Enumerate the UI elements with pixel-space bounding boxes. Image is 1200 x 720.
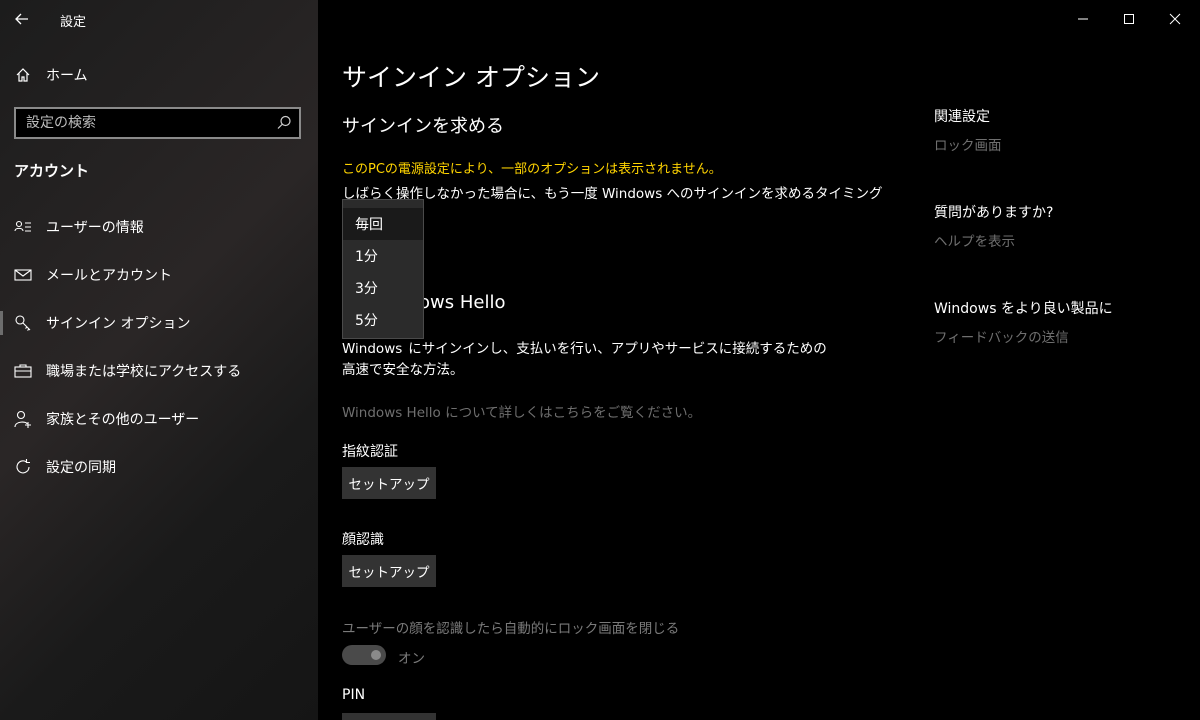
sidebar-item-label: 設定の同期: [46, 460, 116, 476]
sidebar-item-label: 職場または学校にアクセスする: [46, 364, 242, 380]
page-title: サインイン オプション: [342, 63, 600, 92]
sidebar-item-label: サインイン オプション: [46, 316, 191, 332]
search-box[interactable]: [14, 107, 301, 139]
sidebar-item-home[interactable]: ホーム: [0, 53, 318, 97]
windows-hello-heading: lows Hello: [414, 292, 506, 313]
sidebar-item-sign-in-options[interactable]: サインイン オプション: [0, 301, 318, 345]
dropdown-option[interactable]: 毎回: [343, 208, 423, 240]
sidebar-item-sync[interactable]: 設定の同期: [0, 445, 318, 489]
send-feedback-link[interactable]: フィードバックの送信: [934, 326, 1069, 346]
lock-screen-link[interactable]: ロック画面: [934, 134, 1002, 154]
get-help-link[interactable]: ヘルプを表示: [934, 230, 1015, 250]
sidebar-item-mail[interactable]: メールとアカウント: [0, 253, 318, 297]
home-icon: [14, 66, 32, 84]
feedback-heading: Windows をより良い製品に: [934, 301, 1113, 317]
minimize-button[interactable]: [1060, 0, 1106, 38]
pin-title: PIN: [342, 687, 366, 703]
maximize-icon: [1124, 14, 1134, 24]
hello-desc-part: にサインインし、支払いを行い、アプリやサービスに接続するための: [408, 341, 827, 357]
hello-desc-part: Windows: [342, 341, 403, 357]
sidebar-item-label: ユーザーの情報: [46, 220, 144, 236]
minimize-icon: [1078, 18, 1088, 20]
question-heading: 質問がありますか?: [934, 205, 1054, 221]
mail-icon: [14, 266, 32, 284]
power-settings-warning: このPCの電源設定により、一部のオプションは表示されません。: [342, 162, 722, 177]
windows-hello-description: Windows にサインインし、支払いを行い、アプリやサービスに接続するための: [342, 337, 827, 357]
face-auto-lock-toggle[interactable]: [342, 645, 386, 665]
toggle-state-label: オン: [398, 651, 425, 667]
dropdown-option[interactable]: 5分: [343, 304, 423, 336]
search-icon[interactable]: [275, 114, 293, 132]
briefcase-icon: [14, 362, 32, 380]
back-arrow-icon: [15, 13, 28, 25]
sidebar-item-label: メールとアカウント: [46, 268, 172, 284]
pin-button[interactable]: [342, 713, 436, 720]
main-content: サインイン オプション サインインを求める このPCの電源設定により、一部のオプ…: [318, 0, 1200, 720]
face-auto-lock-description: ユーザーの顔を認識したら自動的にロック画面を閉じる: [342, 621, 680, 637]
maximize-button[interactable]: [1106, 0, 1152, 38]
sync-icon: [14, 458, 32, 476]
search-input[interactable]: [16, 109, 266, 137]
face-setup-button[interactable]: セットアップ: [342, 555, 436, 587]
close-icon: [1169, 13, 1181, 25]
sidebar: 設定 ホーム アカウント ユーザーの情報 メールとアカウント サインイン オプシ…: [0, 0, 318, 720]
app-title: 設定: [60, 15, 87, 30]
sidebar-item-label: 家族とその他のユーザー: [46, 412, 200, 428]
user-add-icon: [14, 410, 32, 428]
windows-hello-learn-more-link[interactable]: Windows Hello について詳しくはこちらをご覧ください。: [342, 401, 701, 421]
close-button[interactable]: [1152, 0, 1198, 38]
related-settings-heading: 関連設定: [934, 109, 990, 125]
section-title: アカウント: [14, 162, 90, 180]
key-icon: [14, 314, 32, 332]
sidebar-item-label: ホーム: [46, 68, 88, 84]
windows-hello-description-line2: 高速で安全な方法。: [342, 362, 464, 378]
back-button[interactable]: [8, 6, 36, 32]
sidebar-item-family[interactable]: 家族とその他のユーザー: [0, 397, 318, 441]
title-bar: 設定: [0, 0, 318, 38]
dropdown-option[interactable]: 3分: [343, 272, 423, 304]
fingerprint-setup-button[interactable]: セットアップ: [342, 467, 436, 499]
toggle-knob: [371, 650, 381, 660]
require-sign-in-heading: サインインを求める: [342, 116, 504, 137]
sidebar-item-user-info[interactable]: ユーザーの情報: [0, 205, 318, 249]
sign-in-timing-dropdown[interactable]: 毎回 1分 3分 5分: [342, 199, 424, 339]
face-recognition-title: 顔認識: [342, 532, 384, 548]
fingerprint-title: 指紋認証: [342, 444, 398, 460]
dropdown-option[interactable]: 1分: [343, 240, 423, 272]
sidebar-item-work-school[interactable]: 職場または学校にアクセスする: [0, 349, 318, 393]
user-info-icon: [14, 218, 32, 236]
